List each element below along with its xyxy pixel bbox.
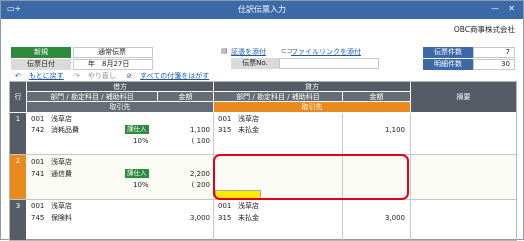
credit-account-code[interactable]: 315 <box>218 213 231 223</box>
count-value: 7 <box>473 47 515 58</box>
row-header: 行 <box>10 82 26 112</box>
debit-header: 借方 <box>27 82 213 91</box>
debit-tax-amount: ( 200 <box>191 181 210 189</box>
credit-account-name: 未払金 <box>238 126 259 134</box>
debit-dept-code[interactable]: 001 <box>31 201 44 211</box>
credit-partner-col: 取引先 <box>214 102 410 112</box>
file-link[interactable]: ファイルリンクを添付 <box>291 47 361 57</box>
credit-account-code[interactable]: 315 <box>218 125 231 135</box>
highlight-box <box>213 154 409 200</box>
undo-icon[interactable]: ↶ <box>15 72 21 80</box>
detail-count-value: 30 <box>473 59 515 70</box>
debit-account-name: 保険料 <box>51 214 72 222</box>
detail-count-label: 明細件数 <box>423 59 473 70</box>
debit-account-code[interactable]: 741 <box>31 169 44 179</box>
redo-icon: ↷ <box>73 72 80 80</box>
debit-amount-col: 金額 <box>158 92 213 101</box>
window-title: 仕訳伝票入力 <box>238 5 286 14</box>
credit-dept-code[interactable]: 001 <box>218 201 231 211</box>
debit-amount[interactable]: 1,100 <box>166 125 210 135</box>
voucher-type-field[interactable]: 通常伝票 <box>73 47 153 58</box>
credit-amount[interactable]: 3,000 <box>351 213 405 223</box>
debit-amount[interactable]: 2,200 <box>166 169 210 179</box>
row-number-2[interactable]: 2 <box>10 155 26 199</box>
memo-header: 摘要 <box>411 82 516 112</box>
divider <box>410 113 411 240</box>
date-field[interactable]: 年 8月27日 <box>73 59 153 70</box>
attach-link[interactable]: 証憑を添付 <box>231 47 266 57</box>
count-label: 伝票件数 <box>423 47 473 58</box>
debit-dept-code[interactable]: 001 <box>31 114 44 124</box>
credit-amount-col: 金額 <box>343 92 410 101</box>
credit-dept-code[interactable]: 001 <box>218 114 231 124</box>
row-number-3[interactable]: 3 <box>10 200 26 240</box>
debit-tax-amount: ( 100 <box>191 137 210 145</box>
debit-account-name: 通信費 <box>51 170 72 178</box>
attach-icon: ▤ <box>221 47 228 55</box>
company-name: OBC商事株式会社 <box>453 25 515 34</box>
debit-account-code[interactable]: 745 <box>31 213 44 223</box>
close-icon[interactable]: ✕ <box>508 4 515 13</box>
title-bar: ▭+ 仕訳伝票入力 — ✕ <box>1 1 523 19</box>
company-bar: OBC商事株式会社 <box>1 19 523 39</box>
credit-header: 貸方 <box>214 82 410 91</box>
sticky-note-icon[interactable]: ⊘ <box>126 72 132 80</box>
date-label: 伝票日付 <box>11 59 71 70</box>
credit-dept-name: 浅草店 <box>238 115 259 123</box>
redo-link: やり直し <box>87 72 116 80</box>
tax-badge[interactable]: 課仕入 <box>125 125 149 134</box>
debit-account-col: 部門 / 勘定科目 / 補助科目 <box>27 92 157 101</box>
new-badge: 新規 <box>11 47 71 58</box>
debit-partner-col: 取引先 <box>27 102 213 112</box>
credit-account-col: 部門 / 勘定科目 / 補助科目 <box>214 92 342 101</box>
voucher-no-label: 伝票No. <box>231 58 279 69</box>
debit-dept-code[interactable]: 001 <box>31 157 44 167</box>
remove-tags-link[interactable]: すべての付箋をはがす <box>140 72 209 80</box>
tax-rate: 10% <box>133 137 149 145</box>
voucher-no-field[interactable] <box>279 58 379 69</box>
tax-rate: 10% <box>133 181 149 189</box>
debit-amount[interactable]: 3,000 <box>166 213 210 223</box>
debit-account-name: 消耗品費 <box>51 126 79 134</box>
credit-amount[interactable]: 1,100 <box>351 125 405 135</box>
toolbar: ↶ もとに戻す ↷ やり直し ⊘ すべての付箋をはがす <box>15 71 217 81</box>
credit-account-name: 未払金 <box>238 214 259 222</box>
tax-badge[interactable]: 課仕入 <box>125 169 149 178</box>
row-number-1[interactable]: 1 <box>10 113 26 154</box>
debit-account-code[interactable]: 742 <box>31 125 44 135</box>
debit-dept-name: 浅草店 <box>51 158 72 166</box>
debit-dept-name: 浅草店 <box>51 115 72 123</box>
debit-dept-name: 浅草店 <box>51 202 72 210</box>
undo-link[interactable]: もとに戻す <box>29 72 64 80</box>
minimize-icon[interactable]: — <box>491 4 499 13</box>
credit-dept-name: 浅草店 <box>238 202 259 210</box>
